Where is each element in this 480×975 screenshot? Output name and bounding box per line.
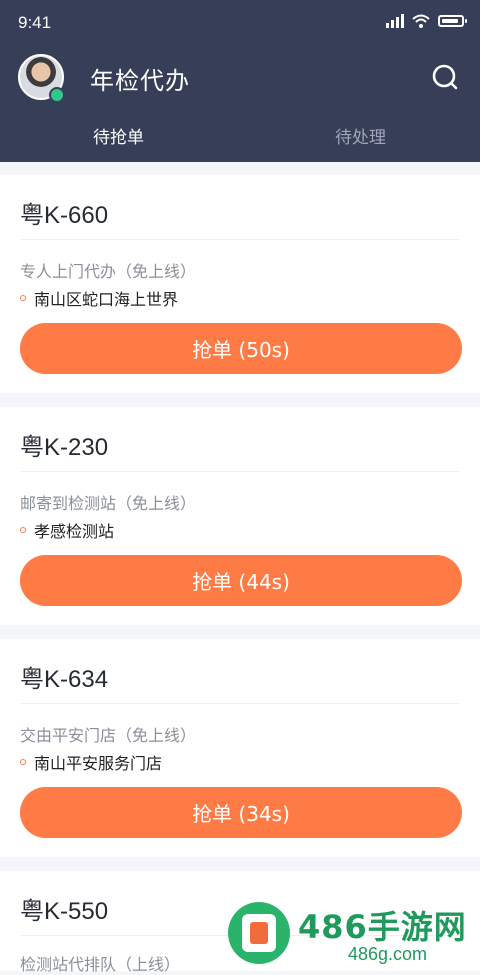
location-text: 孝感检测站 bbox=[34, 522, 115, 541]
watermark-site: 486g.com bbox=[348, 944, 428, 964]
page-title: 年检代办 bbox=[90, 67, 190, 95]
watermark-name: 486手游网 bbox=[298, 908, 467, 946]
service-type: 邮寄到检测站（免上线） bbox=[20, 494, 197, 513]
location-dot-icon bbox=[20, 295, 26, 301]
watermark-logo-icon bbox=[228, 902, 290, 964]
service-type: 检测站代排队（上线） bbox=[20, 955, 181, 974]
service-type: 专人上门代办（免上线） bbox=[20, 262, 197, 281]
location: 南山区蛇口海上世界 bbox=[20, 286, 178, 310]
status-bar: 9:41 bbox=[0, 0, 480, 44]
grab-order-button[interactable]: 抢单 (44s) bbox=[20, 555, 462, 606]
plate-number: 粤K-634 bbox=[20, 666, 109, 693]
tab-pending-grab[interactable]: 待抢单 bbox=[93, 123, 144, 148]
grab-order-button[interactable]: 抢单 (34s) bbox=[20, 787, 462, 838]
location-text: 南山区蛇口海上世界 bbox=[34, 290, 179, 309]
app-header: 9:41 年检代办 待抢单 待处理 bbox=[0, 0, 480, 162]
divider bbox=[20, 471, 460, 472]
location-dot-icon bbox=[20, 759, 26, 765]
battery-icon bbox=[438, 15, 467, 27]
location: 孝感检测站 bbox=[20, 518, 114, 542]
search-icon[interactable] bbox=[432, 64, 458, 90]
plate-number: 粤K-660 bbox=[20, 202, 109, 229]
signal-icon bbox=[386, 14, 404, 28]
wifi-icon bbox=[412, 14, 430, 28]
order-card: 粤K-660 专人上门代办（免上线） 南山区蛇口海上世界 抢单 (50s) bbox=[0, 175, 480, 393]
plate-number: 粤K-550 bbox=[20, 898, 109, 925]
location: 南山平安服务门店 bbox=[20, 750, 162, 774]
order-card: 粤K-634 交由平安门店（免上线） 南山平安服务门店 抢单 (34s) bbox=[0, 639, 480, 857]
service-type: 交由平安门店（免上线） bbox=[20, 726, 197, 745]
status-icons bbox=[386, 14, 467, 28]
status-time: 9:41 bbox=[18, 13, 52, 32]
divider bbox=[20, 703, 460, 704]
divider bbox=[20, 239, 460, 240]
grab-order-button[interactable]: 抢单 (50s) bbox=[20, 323, 462, 374]
tab-pending-process[interactable]: 待处理 bbox=[335, 123, 386, 148]
online-status-dot bbox=[49, 87, 65, 103]
watermark: 486手游网 486g.com bbox=[224, 898, 480, 971]
location-dot-icon bbox=[20, 527, 26, 533]
location-text: 南山平安服务门店 bbox=[34, 754, 163, 773]
order-card: 粤K-230 邮寄到检测站（免上线） 孝感检测站 抢单 (44s) bbox=[0, 407, 480, 625]
plate-number: 粤K-230 bbox=[20, 434, 109, 461]
